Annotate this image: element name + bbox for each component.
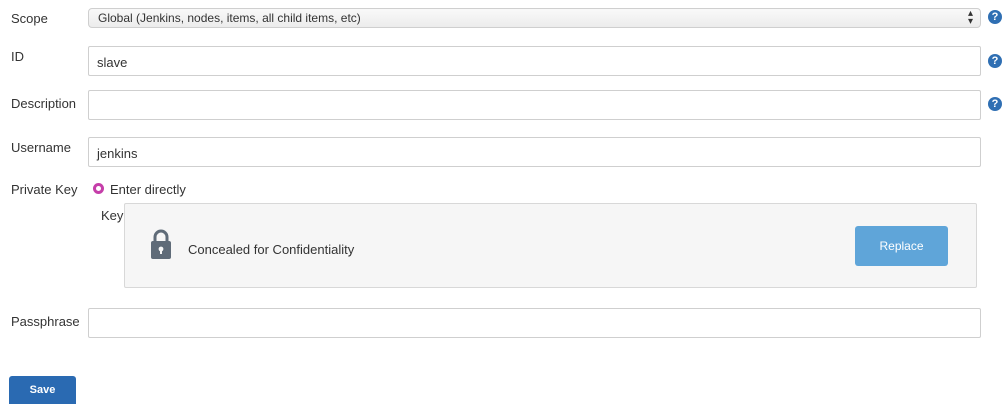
description-input[interactable]: [88, 90, 981, 120]
lock-icon: [151, 229, 171, 259]
select-arrows-icon: ▴ ▾: [967, 8, 973, 27]
username-input[interactable]: jenkins: [88, 137, 981, 167]
id-help-icon[interactable]: ?: [988, 54, 1002, 68]
enter-directly-radio[interactable]: [93, 183, 104, 194]
scope-help-icon[interactable]: ?: [988, 10, 1002, 24]
key-box: Concealed for Confidentiality Replace: [124, 203, 977, 288]
save-button[interactable]: Save: [9, 376, 76, 404]
passphrase-label: Passphrase: [11, 314, 80, 329]
username-label: Username: [11, 140, 71, 155]
id-label: ID: [11, 49, 24, 64]
enter-directly-label[interactable]: Enter directly: [110, 182, 186, 197]
passphrase-input[interactable]: [88, 308, 981, 338]
username-input-value: jenkins: [97, 146, 138, 161]
concealed-text: Concealed for Confidentiality: [188, 242, 355, 257]
description-help-icon[interactable]: ?: [988, 97, 1002, 111]
scope-select[interactable]: Global (Jenkins, nodes, items, all child…: [88, 8, 981, 28]
description-label: Description: [11, 96, 77, 111]
private-key-label: Private Key: [11, 182, 78, 197]
id-input-value: slave: [97, 55, 128, 70]
replace-button[interactable]: Replace: [855, 226, 948, 266]
id-input[interactable]: slave: [88, 46, 981, 76]
key-label: Key: [101, 208, 124, 223]
scope-select-value: Global (Jenkins, nodes, items, all child…: [98, 11, 361, 25]
scope-label: Scope: [11, 11, 48, 26]
